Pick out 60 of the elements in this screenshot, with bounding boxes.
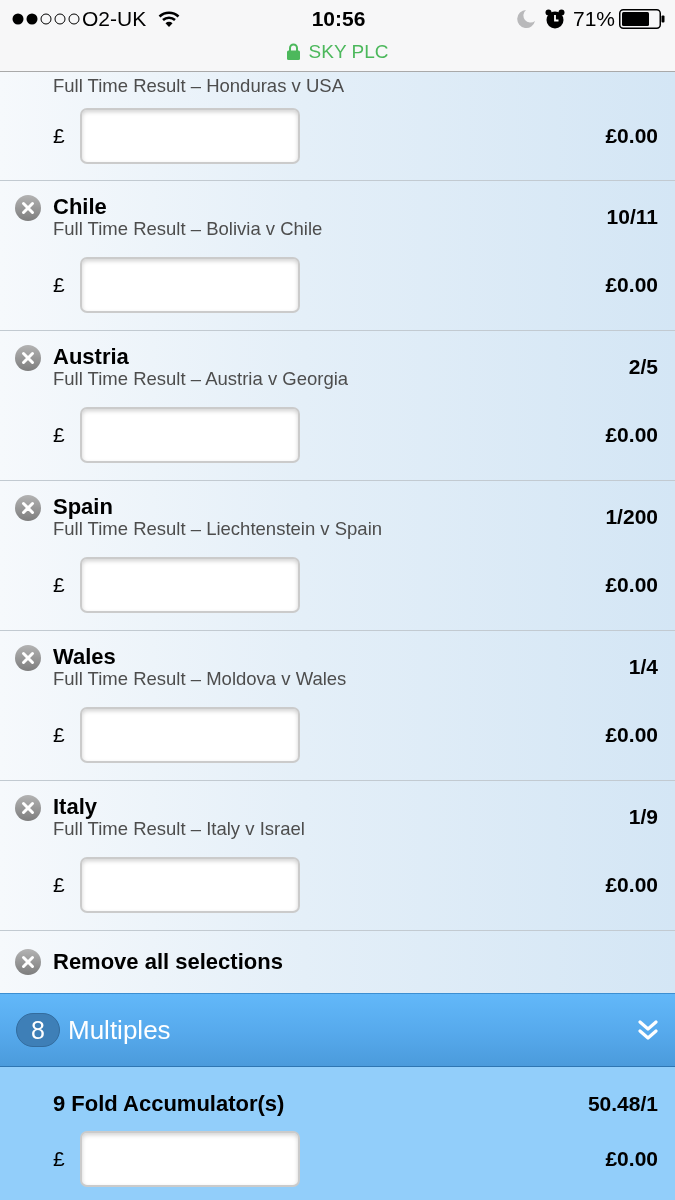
currency-symbol: £ xyxy=(53,573,66,597)
selection-odds: 1/200 xyxy=(605,505,658,529)
clock-time: 10:56 xyxy=(311,7,366,31)
stake-input[interactable] xyxy=(80,857,300,913)
wifi-icon xyxy=(158,11,181,27)
selection-odds: 1/4 xyxy=(628,655,658,679)
stake-input[interactable] xyxy=(80,557,300,613)
currency-symbol: £ xyxy=(53,273,66,297)
multiples-header[interactable]: 8 Multiples xyxy=(0,993,675,1067)
market-description: Full Time Result – Bolivia v Chile xyxy=(53,219,324,239)
selection-name: Chile xyxy=(53,195,108,219)
bet-type-name: 9 Fold Accumulator(s) xyxy=(53,1091,285,1117)
potential-returns: £0.00 xyxy=(605,273,658,297)
remove-icon[interactable] xyxy=(15,795,41,821)
lock-icon xyxy=(286,43,300,60)
moon-icon xyxy=(516,10,535,28)
market-description: Full Time Result – Italy v Israel xyxy=(53,819,306,839)
potential-returns: £0.00 xyxy=(605,873,658,897)
stake-input[interactable] xyxy=(80,707,300,763)
stake-input[interactable] xyxy=(80,257,300,313)
double-chevron-icon xyxy=(638,1020,658,1040)
market-description: Full Time Result – Liechtenstein v Spain xyxy=(53,519,384,539)
market-description: Full Time Result – Austria v Georgia xyxy=(53,369,350,389)
potential-returns: £0.00 xyxy=(605,124,658,148)
remove-icon[interactable] xyxy=(15,495,41,521)
potential-returns: £0.00 xyxy=(605,423,658,447)
bet-odds: 50.48/1 xyxy=(587,1092,658,1116)
alarm-clock-icon xyxy=(544,9,565,29)
carrier-name: O2-UK xyxy=(82,7,147,31)
currency-symbol: £ xyxy=(53,723,66,747)
potential-returns: £0.00 xyxy=(605,1147,658,1171)
selection-name: Austria xyxy=(53,345,130,369)
stake-input[interactable] xyxy=(80,1131,300,1187)
potential-returns: £0.00 xyxy=(605,723,658,747)
remove-icon[interactable] xyxy=(15,645,41,671)
currency-symbol: £ xyxy=(53,873,66,897)
site-name: SKY PLC xyxy=(308,40,389,63)
market-description: Full Time Result – Moldova v Wales xyxy=(53,669,348,689)
signal-icon xyxy=(12,13,80,25)
battery-icon xyxy=(619,9,665,29)
selection-name: Spain xyxy=(53,495,114,519)
selection-odds: 1/9 xyxy=(628,805,658,829)
section-title: Multiples xyxy=(68,1014,171,1046)
currency-symbol: £ xyxy=(53,1147,66,1171)
battery-percent: 71% xyxy=(572,7,615,31)
stake-input[interactable] xyxy=(80,407,300,463)
remove-all-button[interactable]: Remove all selections xyxy=(15,949,283,975)
selection-odds: 10/11 xyxy=(606,205,658,229)
count-badge: 8 xyxy=(16,1013,60,1047)
currency-symbol: £ xyxy=(53,124,66,148)
remove-icon[interactable] xyxy=(15,345,41,371)
selection-name: Italy xyxy=(53,795,99,819)
stake-input[interactable] xyxy=(80,108,300,164)
currency-symbol: £ xyxy=(53,423,66,447)
market-description: Full Time Result – Honduras v USA xyxy=(53,76,345,96)
potential-returns: £0.00 xyxy=(605,573,658,597)
remove-icon xyxy=(15,949,41,975)
selection-name: Wales xyxy=(53,645,117,669)
selection-odds: 2/5 xyxy=(628,355,658,379)
remove-icon[interactable] xyxy=(15,195,41,221)
